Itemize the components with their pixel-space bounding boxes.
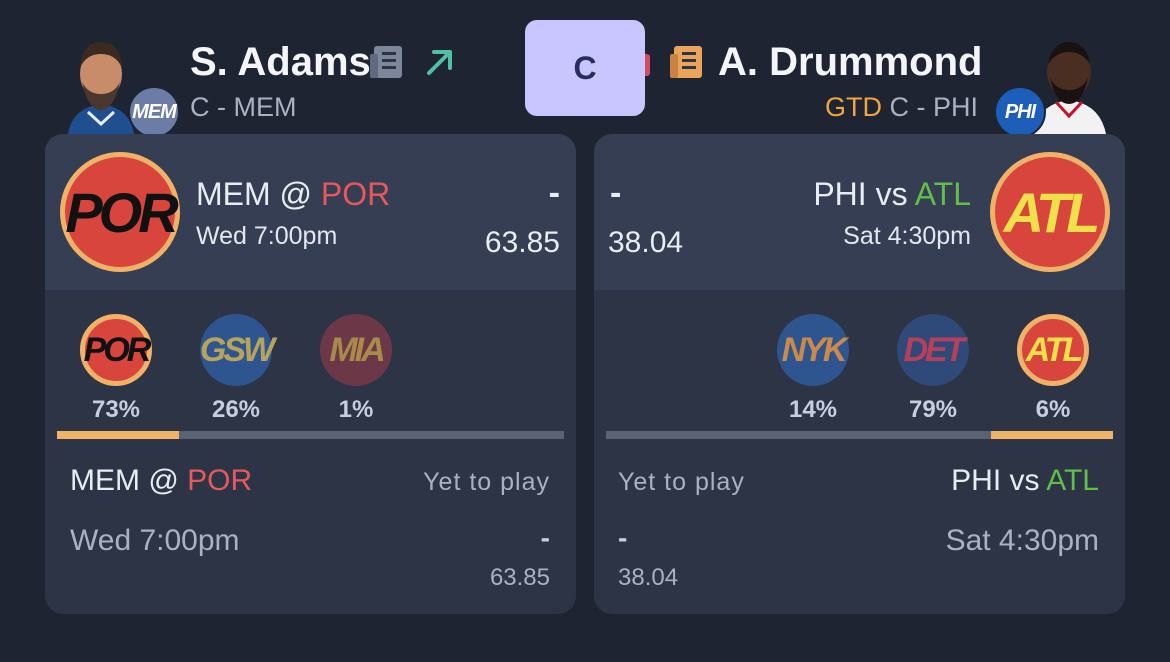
matchup-team: MEM @ [196,176,313,212]
player-name-left[interactable]: S. Adams [190,40,371,85]
matchup: MEM @ POR [196,176,390,213]
player-sub-right-text: C - PHI [889,92,978,122]
team-logo-por: POR [60,152,180,272]
player-sub-left: C - MEM [190,92,297,122]
game-status: Yet to play [618,468,745,496]
detail-matchup: PHI vs ATL [951,464,1099,498]
news-icon[interactable] [368,44,406,85]
player-name-right[interactable]: A. Drummond [718,40,982,85]
detail-opponent: ATL [1046,464,1099,497]
opponent-logo-gsw[interactable]: GSW [200,314,275,386]
detail-team: PHI vs [951,464,1040,497]
probability-bar-fill [991,431,1113,439]
detail-team: MEM @ [70,464,179,497]
probability-bar [57,431,564,439]
opponent-pct: 14% [788,396,838,423]
opponent-pct: 79% [908,396,958,423]
detail-actual: - [618,522,628,553]
game-time: Sat 4:30pm [843,222,971,250]
opponent-logo-atl[interactable]: ATL [1017,314,1089,386]
news-icon[interactable] [668,44,706,85]
matchup-opponent: POR [320,176,391,212]
game-status: Yet to play [423,468,550,496]
detail-time: Sat 4:30pm [945,524,1099,557]
actual-score: - [548,174,560,212]
opponent-pct: 6% [1035,396,1071,423]
opponent-logo-det[interactable]: DET [897,314,969,386]
actual-score: - [610,174,622,212]
opponent-pct: 1% [338,396,374,423]
opponent-pct: 73% [91,396,141,423]
detail-projected: 38.04 [618,564,679,591]
detail-time: Wed 7:00pm [70,524,240,557]
right-card-header[interactable]: - 38.04 PHI vs ATL Sat 4:30pm ATL [594,134,1125,290]
trend-up-icon [424,46,456,83]
opponent-logo-por[interactable]: POR [80,314,152,386]
team-badge-phi: PHI [994,86,1046,138]
projected-score: 63.85 [484,226,560,259]
team-logo-atl: ATL [990,152,1110,272]
left-player-card: POR MEM @ POR Wed 7:00pm - 63.85 POR GSW… [45,134,576,614]
matchup-opponent: ATL [914,176,971,212]
matchup: PHI vs ATL [813,176,971,213]
projected-score: 38.04 [608,226,684,259]
matchup-team: PHI vs [813,176,908,212]
gtd-status: GTD [824,92,882,122]
right-player-card: - 38.04 PHI vs ATL Sat 4:30pm ATL NYK DE… [594,134,1125,614]
detail-opponent: POR [187,464,253,497]
team-badge-mem: MEM [128,86,180,138]
opponent-logo-nyk[interactable]: NYK [777,314,849,386]
detail-projected: 63.85 [489,564,550,591]
game-time: Wed 7:00pm [196,222,338,250]
position-button[interactable]: C [525,20,645,116]
opponent-logo-mia[interactable]: MIA [320,314,392,386]
opponent-pct: 26% [211,396,261,423]
detail-actual: - [540,522,550,553]
left-card-header[interactable]: POR MEM @ POR Wed 7:00pm - 63.85 [45,134,576,290]
probability-bar [606,431,1113,439]
detail-matchup: MEM @ POR [70,464,252,498]
probability-bar-fill [57,431,179,439]
player-sub-right: GTD C - PHI [825,92,978,123]
